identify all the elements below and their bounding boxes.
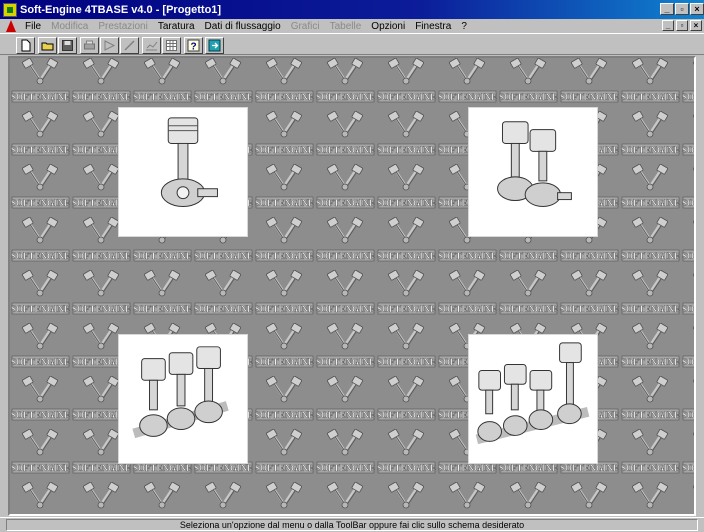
menu-opzioni[interactable]: Opzioni bbox=[366, 21, 410, 32]
menu-modifica[interactable]: Modifica bbox=[46, 21, 93, 32]
graph-icon bbox=[146, 41, 158, 51]
menu-file[interactable]: File bbox=[20, 21, 46, 32]
run-button[interactable] bbox=[100, 37, 119, 54]
print-button[interactable] bbox=[80, 37, 99, 54]
document-icon[interactable] bbox=[6, 20, 16, 32]
menu-prestazioni[interactable]: Prestazioni bbox=[93, 21, 152, 32]
exit-icon bbox=[208, 39, 221, 52]
three-cylinder-engine-icon bbox=[132, 346, 229, 439]
pen-button[interactable] bbox=[120, 37, 139, 54]
status-bar: Seleziona un'opzione dal menu o dalla To… bbox=[0, 517, 704, 532]
close-button[interactable]: × bbox=[690, 3, 704, 15]
menu-finestra[interactable]: Finestra bbox=[410, 21, 456, 32]
menu-dati-flussaggio[interactable]: Dati di flussaggio bbox=[200, 21, 286, 32]
print-icon bbox=[84, 40, 95, 50]
pen-icon bbox=[124, 40, 135, 51]
menu-taratura[interactable]: Taratura bbox=[153, 21, 200, 32]
menu-grafici[interactable]: Grafici bbox=[286, 21, 325, 32]
toolbar: ? bbox=[0, 33, 704, 55]
graph-button[interactable] bbox=[142, 37, 161, 54]
child-restore-button[interactable]: ▫ bbox=[676, 20, 688, 31]
help-icon: ? bbox=[187, 39, 200, 52]
title-bar: Soft-Engine 4TBASE v4.0 - [Progetto1] _ … bbox=[0, 0, 704, 19]
open-button[interactable] bbox=[38, 37, 57, 54]
save-button[interactable] bbox=[58, 37, 77, 54]
engine-2-cylinder-option[interactable] bbox=[468, 107, 598, 237]
new-button[interactable] bbox=[16, 37, 35, 54]
svg-text:?: ? bbox=[190, 42, 196, 53]
child-minimize-button[interactable]: _ bbox=[662, 20, 674, 31]
restore-button[interactable]: ▫ bbox=[675, 3, 689, 15]
status-message: Seleziona un'opzione dal menu o dalla To… bbox=[6, 519, 698, 531]
open-folder-icon bbox=[41, 42, 54, 51]
app-icon[interactable] bbox=[3, 2, 17, 17]
engine-selection-workspace: SOFTENGINE bbox=[8, 56, 696, 516]
child-close-button[interactable]: × bbox=[690, 20, 702, 31]
engine-1-cylinder-option[interactable] bbox=[118, 107, 248, 237]
minimize-button[interactable]: _ bbox=[660, 3, 674, 15]
run-icon bbox=[104, 40, 116, 51]
new-icon bbox=[21, 39, 31, 52]
four-cylinder-engine-icon bbox=[475, 342, 590, 445]
window-title: Soft-Engine 4TBASE v4.0 - [Progetto1] bbox=[20, 3, 222, 16]
menu-tabelle[interactable]: Tabelle bbox=[325, 21, 367, 32]
save-icon bbox=[62, 40, 73, 51]
exit-button[interactable] bbox=[205, 37, 224, 54]
menu-bar: File Modifica Prestazioni Taratura Dati … bbox=[0, 19, 704, 33]
menu-help[interactable]: ? bbox=[456, 21, 472, 32]
table-icon bbox=[166, 40, 177, 51]
table-button[interactable] bbox=[162, 37, 181, 54]
engine-4-cylinder-option[interactable] bbox=[468, 334, 598, 464]
help-button[interactable]: ? bbox=[184, 37, 203, 54]
engine-3-cylinder-option[interactable] bbox=[118, 334, 248, 464]
single-cylinder-engine-icon bbox=[160, 117, 218, 207]
twin-cylinder-engine-icon bbox=[497, 121, 572, 207]
